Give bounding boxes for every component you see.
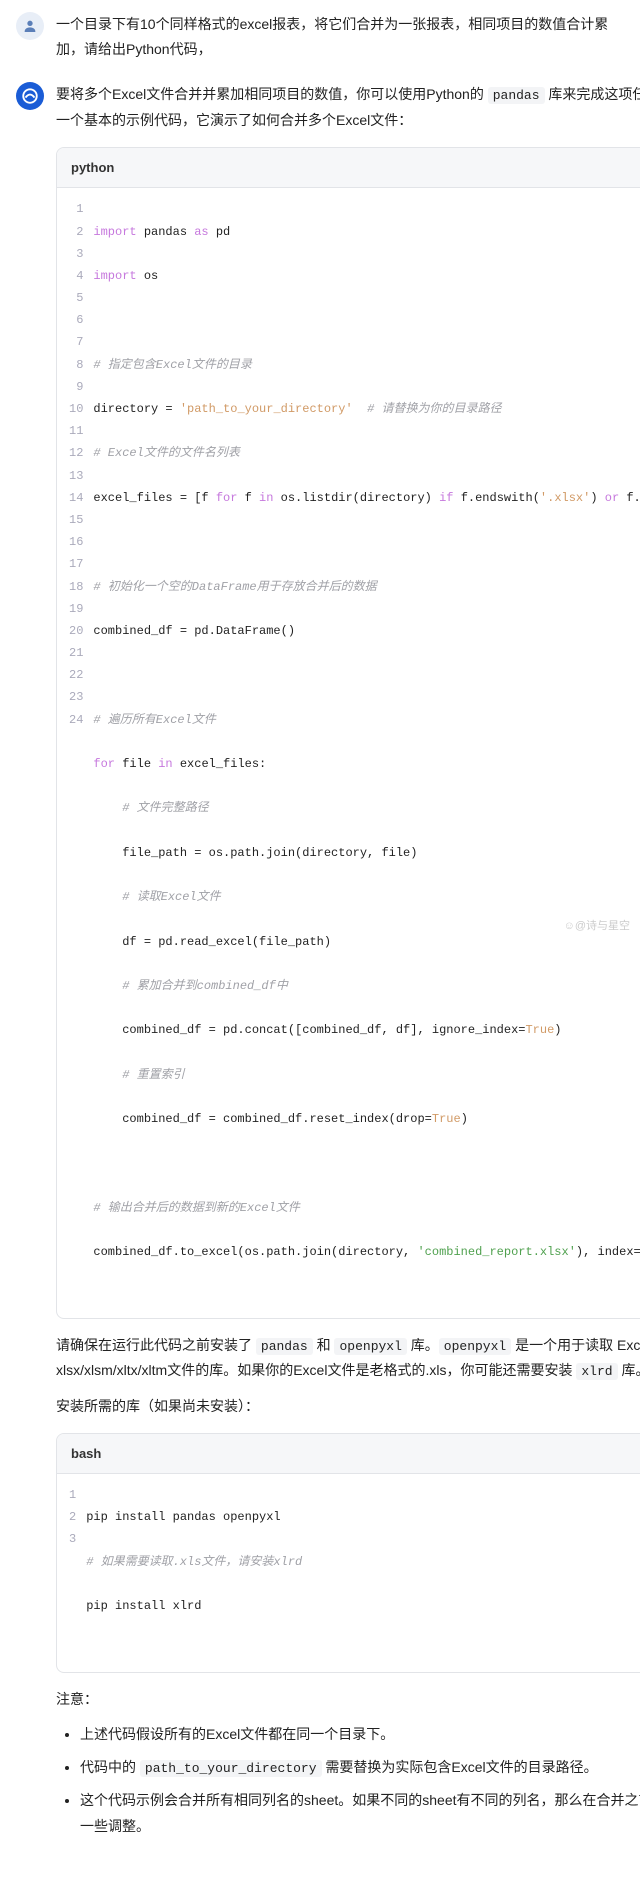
line-numbers: 123 xyxy=(57,1474,86,1672)
ai-message: 要将多个Excel文件合并并累加相同项目的数值，你可以使用Python的 pan… xyxy=(16,82,624,1846)
user-text: 一个目录下有10个同样格式的excel报表，将它们合并为一张报表，相同项目的数值… xyxy=(56,12,624,62)
list-item: 上述代码假设所有的Excel文件都在同一个目录下。 xyxy=(80,1722,640,1747)
code-block-python: python 复制 123456789101112131415161718192… xyxy=(56,147,640,1319)
code-content: pip install pandas openpyxl # 如果需要读取.xls… xyxy=(86,1474,640,1672)
install-label: 安装所需的库（如果尚未安装）： xyxy=(56,1394,640,1419)
notes-list: 上述代码假设所有的Excel文件都在同一个目录下。 代码中的 path_to_y… xyxy=(56,1722,640,1839)
ai-paragraph: 请确保在运行此代码之前安装了 pandas 和 openpyxl 库。openp… xyxy=(56,1333,640,1384)
user-avatar xyxy=(16,12,44,40)
ai-avatar xyxy=(16,82,44,110)
note-label: 注意： xyxy=(56,1687,640,1712)
ai-intro: 要将多个Excel文件合并并累加相同项目的数值，你可以使用Python的 pan… xyxy=(56,82,640,133)
code-content: import pandas as pd import os # 指定包含Exce… xyxy=(93,188,640,1317)
code-lang-label: bash xyxy=(71,1442,101,1465)
list-item: 这个代码示例会合并所有相同列名的sheet。如果不同的sheet有不同的列名，那… xyxy=(80,1788,640,1838)
person-icon xyxy=(22,18,38,34)
inline-code: pandas xyxy=(488,87,545,104)
user-message: 一个目录下有10个同样格式的excel报表，将它们合并为一张报表，相同项目的数值… xyxy=(16,12,624,62)
watermark: ☺@诗与星空 xyxy=(564,917,630,933)
line-numbers: 123456789101112131415161718192021222324 xyxy=(57,188,93,1317)
ai-logo-icon xyxy=(21,87,39,105)
code-lang-label: python xyxy=(71,156,114,179)
list-item: 代码中的 path_to_your_directory 需要替换为实际包含Exc… xyxy=(80,1755,640,1780)
code-block-bash: bash 复制 123 pip install pandas openpyxl … xyxy=(56,1433,640,1673)
